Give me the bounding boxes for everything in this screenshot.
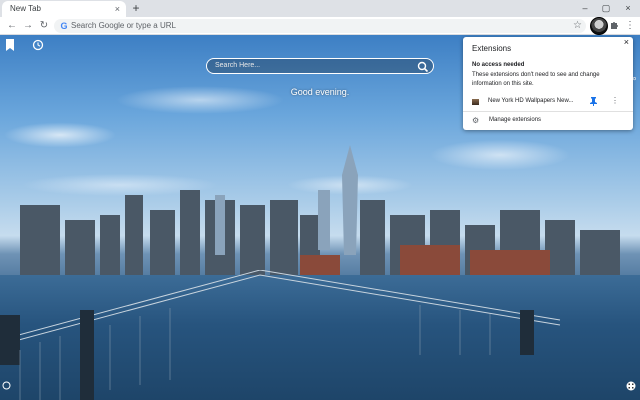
history-icon[interactable]	[31, 39, 45, 53]
tab-title: New Tab	[10, 4, 41, 13]
divider	[463, 111, 633, 112]
tab-strip: New Tab × + – ▢ ×	[0, 0, 640, 17]
puzzle-icon[interactable]	[609, 20, 621, 32]
tab-close-icon[interactable]: ×	[115, 3, 120, 15]
popup-title: Extensions	[472, 44, 512, 53]
apps-icon[interactable]	[626, 381, 636, 391]
extension-magnifier-icon[interactable]	[590, 17, 608, 35]
manage-extensions-button[interactable]: ⚙ Manage extensions	[463, 114, 633, 128]
bookmark-icon[interactable]	[3, 39, 17, 53]
back-button[interactable]: ←	[6, 20, 18, 32]
new-tab-button[interactable]: +	[130, 2, 142, 14]
minimize-button[interactable]: –	[575, 2, 595, 14]
settings-icon[interactable]	[1, 381, 11, 391]
extension-row[interactable]: New York HD Wallpapers New... ⋮	[463, 95, 633, 109]
search-input[interactable]: Search Here...	[206, 58, 434, 74]
bookmark-star-icon[interactable]: ☆	[573, 20, 582, 32]
popup-close-icon[interactable]: ×	[624, 37, 629, 47]
maximize-button[interactable]: ▢	[596, 2, 616, 14]
gear-icon: ⚙	[472, 116, 480, 125]
city-skyline	[20, 145, 620, 285]
forward-button[interactable]: →	[22, 20, 34, 32]
greeting-text: Good evening.	[290, 87, 350, 97]
more-options-icon[interactable]: ⋮	[611, 96, 619, 105]
bridge	[0, 270, 561, 400]
search-placeholder: Search Here...	[215, 62, 261, 69]
extension-name: New York HD Wallpapers New...	[488, 98, 574, 104]
popup-description: These extensions don't need to see and c…	[472, 72, 600, 87]
address-bar[interactable]: G Search Google or type a URL ☆	[54, 19, 586, 33]
address-placeholder: Search Google or type a URL	[71, 21, 176, 30]
google-icon: G	[60, 21, 68, 31]
toolbar: ← → ↻ G Search Google or type a URL ☆ ⋮	[0, 17, 640, 35]
menu-icon[interactable]: ⋮	[624, 20, 636, 32]
search-icon[interactable]	[417, 60, 429, 73]
pin-icon[interactable]	[590, 97, 597, 108]
extensions-popup: Extensions × No access needed These exte…	[463, 37, 633, 130]
extension-icon	[472, 99, 479, 105]
manage-extensions-label: Manage extensions	[489, 117, 542, 123]
window-close-button[interactable]: ×	[618, 2, 638, 14]
popup-heading: No access needed	[472, 62, 525, 68]
tab-new-tab[interactable]: New Tab ×	[2, 1, 126, 17]
reload-button[interactable]: ↻	[38, 20, 50, 32]
